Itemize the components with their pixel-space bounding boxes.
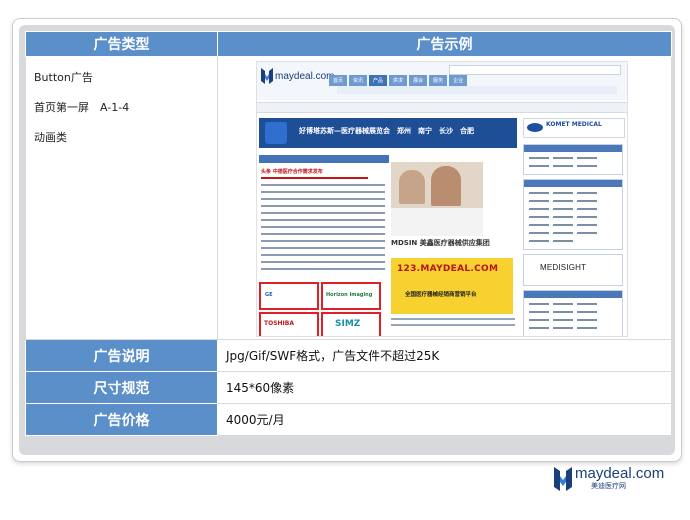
mock-nav-item: 首页 xyxy=(329,75,348,86)
mock-nav-item: 展会 xyxy=(409,75,428,86)
mock-medisight-ad: MEDISIGHT xyxy=(523,254,623,286)
mock-hot-search-bar xyxy=(257,102,627,113)
row-value-price: 4000元/月 xyxy=(217,403,672,436)
mock-region-box xyxy=(523,179,623,250)
row-label-description: 广告说明 xyxy=(25,339,218,372)
mock-nav-item: 供求 xyxy=(389,75,408,86)
mock-logo-text: maydeal.com xyxy=(275,70,335,82)
mock-banner-text: 好博塔苏斯—医疗器械展览会 郑州 南宁 长沙 合肥 xyxy=(299,127,474,135)
button-ad-toshiba: TOSHIBA xyxy=(259,312,319,336)
mock-123-subtitle: 全国医疗器械经销商营销平台 xyxy=(405,292,477,298)
row-value-size: 145*60像素 xyxy=(217,371,672,404)
mock-logo: maydeal.com xyxy=(261,68,334,84)
button-ad-ge: GE xyxy=(259,282,319,310)
mock-mdsin-text: MDSIN 美鑫医疗器械供应集团 xyxy=(391,239,490,247)
mock-123-ad: 123.MAYDEAL.COM 全国医疗器械经销商营销平台 xyxy=(391,258,513,314)
mock-header: maydeal.com 首页 资讯 产品 供求 展会 服务 企业 xyxy=(257,62,627,100)
mock-search-bar xyxy=(449,65,621,75)
komet-logo-icon xyxy=(527,123,543,132)
ad-spec-table: 广告类型 广告示例 Button广告 首页第一屏 A-1-4 动画类 mayde… xyxy=(25,31,672,436)
mock-komet-text: KOMET MEDICAL xyxy=(546,121,602,128)
ad-spec-panel: 广告类型 广告示例 Button广告 首页第一屏 A-1-4 动画类 mayde… xyxy=(12,18,682,462)
mock-nav-item: 企业 xyxy=(449,75,468,86)
button-ad-simz: SIMZ xyxy=(321,312,381,336)
mock-komet-ad: KOMET MEDICAL xyxy=(523,118,625,138)
mock-medisight-text: MEDISIGHT xyxy=(540,263,587,272)
row-label-price: 广告价格 xyxy=(25,403,218,436)
ad-type-line: 动画类 xyxy=(34,131,67,144)
mock-mdsin-ad: MDSIN 美鑫医疗器械供应集团 xyxy=(391,238,521,252)
ad-spec-panel-inner: 广告类型 广告示例 Button广告 首页第一屏 A-1-4 动画类 mayde… xyxy=(19,25,675,455)
ad-type-cell: Button广告 首页第一屏 A-1-4 动画类 xyxy=(25,56,218,340)
footer-brand: maydeal.com 美迪医疗网 xyxy=(554,466,664,491)
mock-nav-item: 服务 xyxy=(429,75,448,86)
row-label-size: 尺寸规范 xyxy=(25,371,218,404)
mock-nav: 首页 资讯 产品 供求 展会 服务 企业 xyxy=(329,75,469,86)
ad-type-line: 首页第一屏 A-1-4 xyxy=(34,101,130,114)
mock-news-header xyxy=(259,155,389,163)
row-value-description: Jpg/Gif/SWF格式，广告文件不超过25K xyxy=(217,339,672,372)
mock-123-title: 123.MAYDEAL.COM xyxy=(397,264,499,274)
header-ad-type: 广告类型 xyxy=(25,31,218,57)
mock-right-column: MEDISIGHT xyxy=(523,144,623,336)
mock-news-title: 头条 中德医疗合作需求发布 xyxy=(261,169,323,175)
mock-bottom-text xyxy=(391,318,515,332)
ad-example-cell: maydeal.com 首页 资讯 产品 供求 展会 服务 企业 好博塔苏斯—医… xyxy=(217,56,672,340)
ad-type-line: Button广告 xyxy=(34,71,93,84)
mock-subnav xyxy=(337,86,617,94)
mock-top-banner: 好博塔苏斯—医疗器械展览会 郑州 南宁 长沙 合肥 xyxy=(259,118,517,148)
mock-nav-item: 产品 xyxy=(369,75,388,86)
mock-doctors-photo xyxy=(391,162,483,236)
banner-logo-icon xyxy=(265,122,287,144)
mock-news-list xyxy=(261,177,385,275)
mock-nav-item: 资讯 xyxy=(349,75,368,86)
header-ad-example: 广告示例 xyxy=(217,31,672,57)
mock-login-box xyxy=(523,144,623,175)
button-ad-horizon: Horizon Imaging xyxy=(321,282,381,310)
brand-name: maydeal.com xyxy=(575,465,665,482)
maydeal-brand-icon xyxy=(554,466,572,491)
example-screenshot: maydeal.com 首页 资讯 产品 供求 展会 服务 企业 好博塔苏斯—医… xyxy=(256,61,628,337)
mock-notice-box xyxy=(523,290,623,336)
maydeal-logo-icon xyxy=(261,68,273,84)
brand-subtitle: 美迪医疗网 xyxy=(591,482,626,490)
